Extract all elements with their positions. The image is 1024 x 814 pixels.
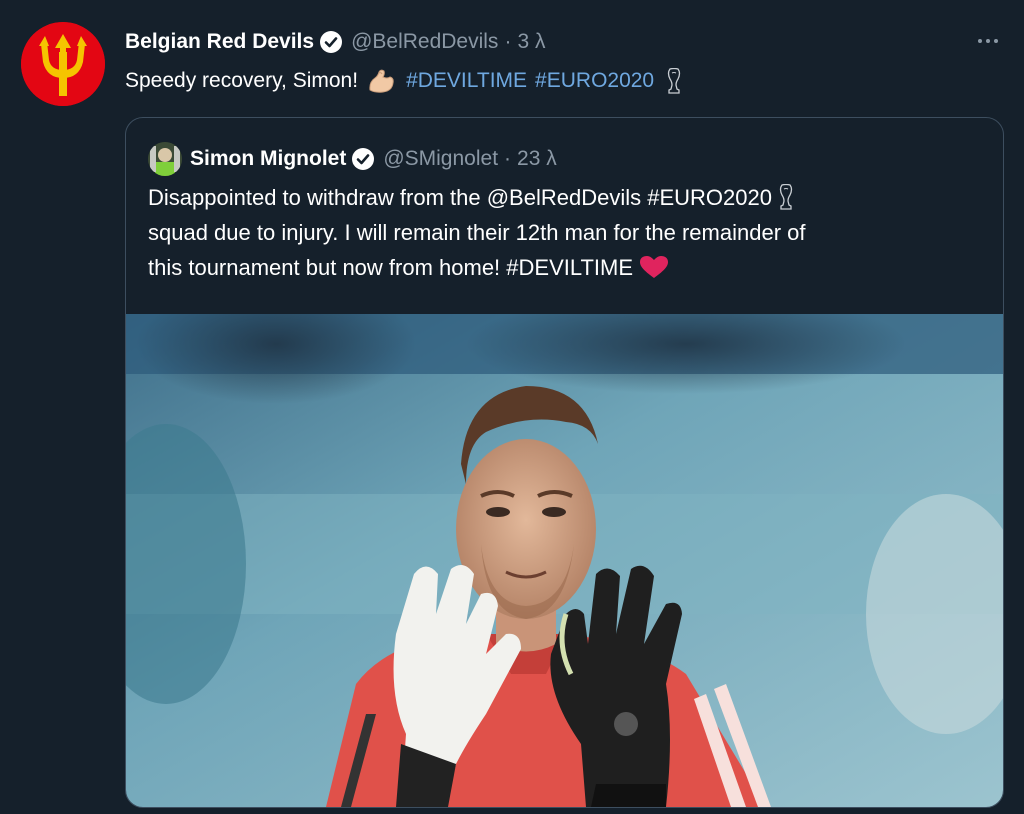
author-name[interactable]: Belgian Red Devils — [125, 30, 314, 54]
quoted-tweet-card[interactable]: Simon Mignolet @SMignolet · 23 λ Disappo… — [125, 117, 1004, 808]
goalkeeper-photo — [126, 314, 1003, 807]
verified-badge-icon — [319, 30, 343, 54]
trophy-icon — [778, 184, 794, 210]
author-avatar[interactable] — [21, 22, 105, 106]
red-heart-icon — [639, 255, 669, 279]
quoted-tweet-header: Simon Mignolet @SMignolet · 23 λ — [148, 142, 557, 176]
tweet-header: Belgian Red Devils @BelRedDevils · 3 λ — [125, 27, 545, 57]
quoted-text-line: this tournament but now from home! #DEVI… — [148, 250, 988, 285]
quoted-verified-badge-icon — [351, 147, 375, 171]
quoted-text-line-1: Disappointed to withdraw from the @BelRe… — [148, 185, 772, 210]
quoted-author-handle: @SMignolet — [383, 147, 499, 170]
author-handle[interactable]: @BelRedDevils — [351, 30, 498, 54]
quoted-text-line: squad due to injury. I will remain their… — [148, 215, 988, 250]
more-options-icon[interactable] — [970, 27, 1006, 55]
quoted-text-line-2: squad due to injury. I will remain their… — [148, 220, 806, 245]
separator-dot: · — [504, 30, 512, 53]
tweet-time[interactable]: 3 λ — [517, 30, 545, 54]
quoted-text-line-3: this tournament but now from home! #DEVI… — [148, 255, 634, 280]
quoted-separator-dot: · — [504, 147, 512, 170]
hashtag-deviltime[interactable]: #DEVILTIME — [406, 69, 527, 93]
tweet-text: Speedy recovery, Simon! #DEVILTIME #EURO… — [125, 64, 682, 98]
quoted-tweet-photo[interactable] — [126, 314, 1003, 807]
tweet-text-body: Speedy recovery, Simon! — [125, 69, 359, 92]
trident-logo-icon — [21, 22, 105, 106]
flexed-biceps-icon — [366, 66, 396, 96]
hashtag-euro2020[interactable]: #EURO2020 — [535, 69, 654, 93]
quoted-author-avatar[interactable] — [148, 142, 182, 176]
quoted-author-name[interactable]: Simon Mignolet — [190, 147, 346, 171]
trophy-icon — [666, 68, 682, 94]
quoted-tweet-text: Disappointed to withdraw from the @BelRe… — [148, 180, 988, 285]
quoted-text-line: Disappointed to withdraw from the @BelRe… — [148, 180, 988, 215]
quoted-tweet-time: 23 λ — [517, 147, 557, 170]
